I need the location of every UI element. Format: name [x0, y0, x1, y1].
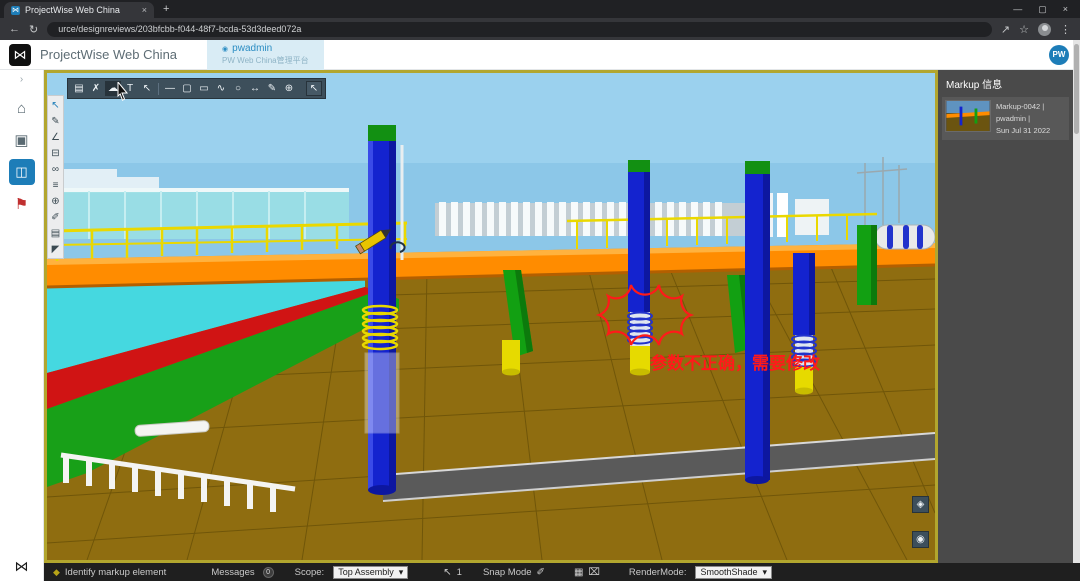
- corner-tool-icon[interactable]: ◤: [48, 241, 63, 257]
- column-right-tall: [745, 161, 770, 484]
- snap-mode-icon[interactable]: ✐: [537, 567, 545, 578]
- pen-tool-icon[interactable]: ✐: [48, 209, 63, 225]
- user-avatar[interactable]: PW: [1049, 44, 1069, 65]
- scope-value: Top Assembly: [338, 567, 394, 577]
- model-viewport[interactable]: 参数不正确，需要修改 ▤ ✗ ☁ T ↖ — ▢ ▭ ∿ ○ ↔ ✎ ⊕ ↖ ↖…: [44, 70, 938, 563]
- sidebar: › ⌂ ▣ ◫ ⚑ ⋈: [0, 70, 44, 581]
- session-subtitle: PW Web China管理平台: [222, 56, 309, 65]
- dimension-icon[interactable]: ↔: [247, 81, 263, 96]
- viewport-corner-buttons: ◈ ◉: [912, 496, 929, 548]
- session-dot-icon: ◉: [222, 45, 229, 53]
- markup-toolbar: ▤ ✗ ☁ T ↖ — ▢ ▭ ∿ ○ ↔ ✎ ⊕ ↖: [67, 78, 326, 99]
- mouse-cursor: [117, 82, 129, 101]
- tab-close-icon[interactable]: ×: [142, 5, 147, 15]
- toolbar-divider: [158, 82, 159, 95]
- browser-tab[interactable]: ⋈ ProjectWise Web China ×: [4, 2, 154, 18]
- rendermode-select[interactable]: SmoothShade ▾: [695, 565, 773, 579]
- viewport-tool-palette: ↖ ✎ ∠ ⊟ ∞ ≡ ⊕ ✐ ▤ ◤: [47, 95, 64, 259]
- scope-select[interactable]: Top Assembly ▾: [333, 565, 409, 579]
- select-tool-icon[interactable]: ↖: [48, 97, 63, 113]
- nav-cube-button[interactable]: ◈: [912, 496, 929, 513]
- refresh-icon[interactable]: ↻: [29, 23, 38, 36]
- clipboard-tool-icon[interactable]: ▤: [48, 225, 63, 241]
- snap-mode-label[interactable]: Snap Mode: [483, 567, 532, 578]
- markup-item-date: Sun Jul 31 2022: [996, 126, 1051, 135]
- ellipse-icon[interactable]: ○: [230, 81, 246, 96]
- line-icon[interactable]: —: [162, 81, 178, 96]
- markup-thumbnail: [945, 100, 991, 132]
- markup-list-item[interactable]: Markup-0042 | pwadmin | Sun Jul 31 2022: [942, 97, 1069, 140]
- voice-button[interactable]: ◉: [912, 531, 929, 548]
- window-maximize-button[interactable]: ▢: [1038, 4, 1047, 15]
- grid-icon[interactable]: ▦: [574, 567, 583, 578]
- share-icon[interactable]: ↗: [1001, 23, 1010, 36]
- link-tool-icon[interactable]: ∞: [48, 161, 63, 177]
- scrollbar-thumb[interactable]: [1074, 44, 1079, 134]
- flag-icon[interactable]: ⚑: [8, 191, 36, 217]
- user-session-tab[interactable]: ◉ pwadmin PW Web China管理平台: [207, 39, 324, 70]
- sidebar-expand-icon[interactable]: ›: [20, 74, 23, 85]
- messages-label[interactable]: Messages: [211, 567, 254, 578]
- select-markup-icon[interactable]: ↖: [139, 81, 155, 96]
- favicon-icon: ⋈: [11, 5, 20, 15]
- browser-tab-strip: ⋈ ProjectWise Web China × + — ▢ ×: [0, 0, 1080, 18]
- browser-menu-icon[interactable]: ⋮: [1060, 23, 1071, 36]
- tab-title: ProjectWise Web China: [25, 5, 120, 15]
- polyline-icon[interactable]: ∿: [213, 81, 229, 96]
- home-icon[interactable]: ⌂: [8, 95, 36, 121]
- documents-icon[interactable]: ▣: [8, 127, 36, 153]
- status-bar: ◆ Identify markup element Messages 0 Sco…: [44, 563, 1080, 581]
- messages-count-badge: 0: [262, 566, 274, 578]
- rounded-rect-icon[interactable]: ▢: [179, 81, 195, 96]
- app-logo: ⋈: [9, 43, 31, 66]
- save-icon[interactable]: ▤: [71, 81, 87, 96]
- list-tool-icon[interactable]: ≡: [48, 177, 63, 193]
- window-minimize-button[interactable]: —: [1013, 4, 1022, 15]
- delete-icon[interactable]: ✗: [88, 81, 104, 96]
- back-icon[interactable]: ←: [9, 23, 20, 35]
- logo-glyph: ⋈: [13, 46, 27, 62]
- white-pipe: [874, 224, 935, 250]
- rendermode-value: SmoothShade: [700, 567, 758, 577]
- zoom-tool-icon[interactable]: ⊕: [48, 193, 63, 209]
- measure-tool-icon[interactable]: ∠: [48, 129, 63, 145]
- markup-item-title: Markup-0042 | pwadmin |: [996, 102, 1045, 123]
- green-support-3: [857, 225, 877, 305]
- pointer-status-icon: ↖: [443, 566, 452, 578]
- eraser-tool-icon[interactable]: ⊟: [48, 145, 63, 161]
- annotation-text[interactable]: 参数不正确，需要修改: [650, 353, 821, 373]
- url-input[interactable]: urce/designreviews/203bfcbb-f044-48f7-bc…: [47, 21, 992, 37]
- scope-label: Scope:: [294, 566, 325, 578]
- pointer-icon[interactable]: ↖: [306, 81, 322, 96]
- page-scrollbar[interactable]: [1073, 40, 1080, 581]
- pointer-count: 1: [456, 566, 462, 578]
- column-right-coil: [791, 253, 817, 395]
- screen: ⋈ ProjectWise Web China × + — ▢ × ← ↻ ur…: [0, 0, 1080, 581]
- design-review-icon[interactable]: ◫: [8, 159, 35, 185]
- chevron-down-icon: ▾: [762, 566, 768, 577]
- browser-toolbar: ← ↻ urce/designreviews/203bfcbb-f044-48f…: [0, 18, 1080, 40]
- app-header: ⋈ ProjectWise Web China ◉ pwadmin PW Web …: [0, 39, 1080, 70]
- new-tab-button[interactable]: +: [163, 3, 169, 15]
- model-scene[interactable]: 参数不正确，需要修改: [47, 73, 935, 560]
- session-user-name: pwadmin: [232, 43, 273, 54]
- markup-info-panel: Markup 信息 Markup-0042 | pwadmin | Sun Ju…: [938, 70, 1073, 563]
- move-icon[interactable]: ⊕: [281, 81, 297, 96]
- app-title: ProjectWise Web China: [40, 47, 178, 62]
- rendermode-label: RenderMode:: [628, 566, 687, 578]
- browser-avatar[interactable]: [1038, 22, 1051, 36]
- identify-icon: ◆: [53, 566, 60, 577]
- freehand-icon[interactable]: ✎: [264, 81, 280, 96]
- bookmark-star-icon[interactable]: ☆: [1019, 23, 1029, 36]
- rect-icon[interactable]: ▭: [196, 81, 212, 96]
- window-close-button[interactable]: ×: [1063, 4, 1068, 15]
- pencil-tool-icon[interactable]: ✎: [48, 113, 63, 129]
- trash-icon[interactable]: ⌧: [588, 567, 600, 578]
- sidebar-bottom-logo-icon[interactable]: ⋈: [15, 558, 29, 575]
- chevron-down-icon: ▾: [398, 566, 404, 577]
- markup-panel-title: Markup 信息: [946, 80, 1003, 91]
- identify-label: Identify markup element: [64, 566, 167, 578]
